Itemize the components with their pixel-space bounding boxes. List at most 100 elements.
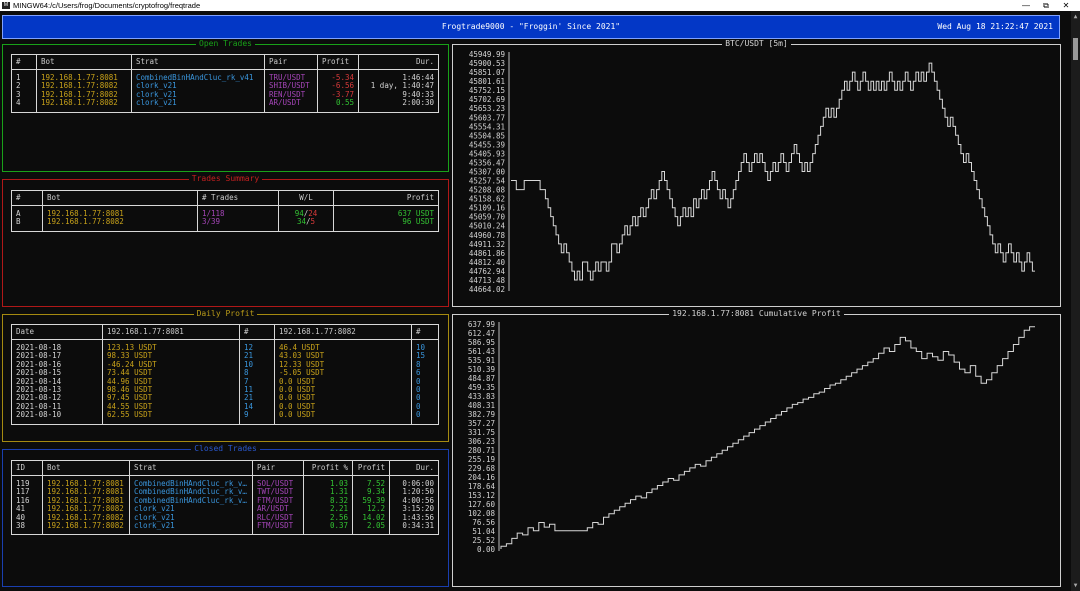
y-tick-label: 45801.61 xyxy=(469,77,505,86)
table-header-row: Date 192.168.1.77:8081 # 192.168.1.77:80… xyxy=(11,324,439,340)
closed-trades-table: ID Bot Strat Pair Profit % Profit Dur. 1… xyxy=(11,460,439,536)
y-tick-label: 45356.47 xyxy=(469,158,505,167)
table-header-row: # Bot # Trades W/L Profit xyxy=(11,190,439,206)
y-tick-label: 280.71 xyxy=(468,446,495,455)
col-header: Strat xyxy=(129,460,253,476)
y-tick-label: 45257.54 xyxy=(469,177,506,186)
cumulative-profit-chart: 637.99612.47586.95561.43535.91510.39484.… xyxy=(468,320,1035,554)
y-tick-label: 45504.85 xyxy=(469,131,505,140)
col-header: # xyxy=(239,324,275,340)
bot-label: B xyxy=(16,217,21,227)
y-tick-label: 408.31 xyxy=(468,401,495,410)
col-header: Profit % xyxy=(303,460,353,476)
y-tick-label: 51.04 xyxy=(472,527,495,536)
strategy-name: clork_v21 xyxy=(134,521,175,531)
bot-address: 192.168.1.77:8082 xyxy=(47,521,124,531)
losses: 5 xyxy=(310,217,316,227)
col-header: ID xyxy=(11,460,43,476)
y-tick-label: 45158.62 xyxy=(469,195,505,204)
y-tick-label: 153.12 xyxy=(468,491,495,500)
scroll-up-icon[interactable]: ▲ xyxy=(1071,13,1080,20)
daily-profit-panel: Daily Profit Date 192.168.1.77:8081 # 19… xyxy=(2,309,449,442)
win-loss: 34/5 xyxy=(296,217,316,227)
y-tick-label: 45059.70 xyxy=(469,213,506,222)
col-header: 192.168.1.77:8081 xyxy=(102,324,240,340)
y-tick-label: 44960.78 xyxy=(469,231,506,240)
duration: 2:00:30 xyxy=(402,98,434,108)
y-tick-label: 535.91 xyxy=(468,356,495,365)
open-trades-title: Open Trades xyxy=(196,39,255,48)
y-tick-label: 45307.00 xyxy=(469,168,506,177)
btc-chart-panel: BTC/USDT [5m] 45949.99 45900.53 45851.07 45… xyxy=(452,39,1061,307)
trades-summary-table: # Bot # Trades W/L Profit A B 192.168.1.77… xyxy=(11,190,439,232)
y-tick-label: 45653.23 xyxy=(469,104,505,113)
y-tick-label: 44713.48 xyxy=(469,276,506,285)
date: 2021-08-10 xyxy=(16,410,62,420)
y-tick-label: 102.08 xyxy=(468,509,496,518)
open-trades-table: # Bot Strat Pair Profit Dur. 1 2 3 4 192.168… xyxy=(11,54,439,113)
col-header: # xyxy=(11,54,37,70)
bot-address: 192.168.1.77:8082 xyxy=(47,217,124,227)
close-button[interactable]: ✕ xyxy=(1056,0,1076,11)
pair-symbol: AR/USDT xyxy=(269,98,301,108)
y-tick-label: 178.64 xyxy=(468,482,496,491)
col-header: Date xyxy=(11,324,103,340)
y-tick-label: 45603.77 xyxy=(469,113,505,122)
y-tick-label: 484.87 xyxy=(468,374,495,383)
y-tick-label: 382.79 xyxy=(468,410,495,419)
table-row: 119 117 116 41 40 38 192.168.1.77:8081 192.168.… xyxy=(11,474,439,536)
series-line xyxy=(511,62,1035,281)
window-titlebar: M MINGW64:/c/Users/frog/Documents/crypto… xyxy=(0,0,1080,11)
trades-summary-title: Trades Summary xyxy=(188,174,263,183)
trade-id: 4 xyxy=(16,98,21,108)
y-tick-label: 44762.94 xyxy=(469,267,506,276)
profit-percent: 0.37 xyxy=(329,521,348,531)
y-tick-label: 45554.31 xyxy=(469,122,505,131)
y-tick-label: 612.47 xyxy=(468,329,495,338)
y-tick-label: 306.23 xyxy=(468,437,495,446)
y-tick-label: 45702.69 xyxy=(469,95,505,104)
app-title: Frogtrade9000 - "Froggin' Since 2021" xyxy=(441,22,621,31)
mingw-icon: M xyxy=(2,2,10,9)
y-tick-label: 45405.93 xyxy=(469,149,505,158)
col-header: Pair xyxy=(252,460,304,476)
scroll-down-icon[interactable]: ▼ xyxy=(1071,582,1080,589)
y-tick-label: 44664.02 xyxy=(469,285,505,294)
y-tick-label: 229.68 xyxy=(468,464,496,473)
col-header: Strat xyxy=(131,54,265,70)
y-tick-label: 45455.39 xyxy=(469,140,505,149)
btc-price-chart: 45949.9945900.5345851.0745801.6145752.15… xyxy=(469,50,1035,294)
profit-value: 0.55 xyxy=(335,98,354,108)
profit-value: 2.05 xyxy=(366,521,385,531)
table-row: A B 192.168.1.77:8081 192.168.1.77:8082 1/11… xyxy=(11,205,439,232)
col-header: Bot xyxy=(36,54,132,70)
daily-profit-title: Daily Profit xyxy=(193,309,258,318)
series-line xyxy=(500,326,1035,549)
strategy-name: clork_v21 xyxy=(136,98,177,108)
y-tick-label: 44812.40 xyxy=(469,258,506,267)
y-tick-label: 45109.16 xyxy=(469,204,506,213)
cumulative-profit-panel: 192.168.1.77:8081 Cumulative Profit 637.… xyxy=(452,309,1061,587)
closed-trades-title: Closed Trades xyxy=(191,444,260,453)
col-header: # Trades xyxy=(197,190,279,206)
y-tick-label: 637.99 xyxy=(468,320,495,329)
trades-summary-panel: Trades Summary # Bot # Trades W/L Profit… xyxy=(2,174,449,307)
col-header: W/L xyxy=(278,190,334,206)
daily-profit-8082: 0.0 USDT xyxy=(279,410,316,420)
col-header: Bot xyxy=(42,190,198,206)
scrollbar-thumb[interactable] xyxy=(1073,38,1078,60)
vertical-scrollbar[interactable]: ▲ ▼ xyxy=(1071,11,1080,591)
y-tick-label: 433.83 xyxy=(468,392,495,401)
table-row: 1 2 3 4 192.168.1.77:8081 192.168.1.77:8082 19… xyxy=(11,69,439,113)
closed-trades-panel: Closed Trades ID Bot Strat Pair Profit %… xyxy=(2,444,449,587)
col-header: 192.168.1.77:8082 xyxy=(274,324,412,340)
col-header: # xyxy=(411,324,439,340)
maximize-button[interactable]: ⧉ xyxy=(1036,0,1056,11)
minimize-button[interactable]: — xyxy=(1016,0,1036,11)
y-tick-label: 25.52 xyxy=(472,536,495,545)
col-header: Dur. xyxy=(389,460,439,476)
y-tick-label: 44861.86 xyxy=(469,249,506,258)
trade-count-8082: 0 xyxy=(416,410,421,420)
header-datetime: Wed Aug 18 21:22:47 2021 xyxy=(937,22,1053,31)
y-tick-label: 204.16 xyxy=(468,473,496,482)
